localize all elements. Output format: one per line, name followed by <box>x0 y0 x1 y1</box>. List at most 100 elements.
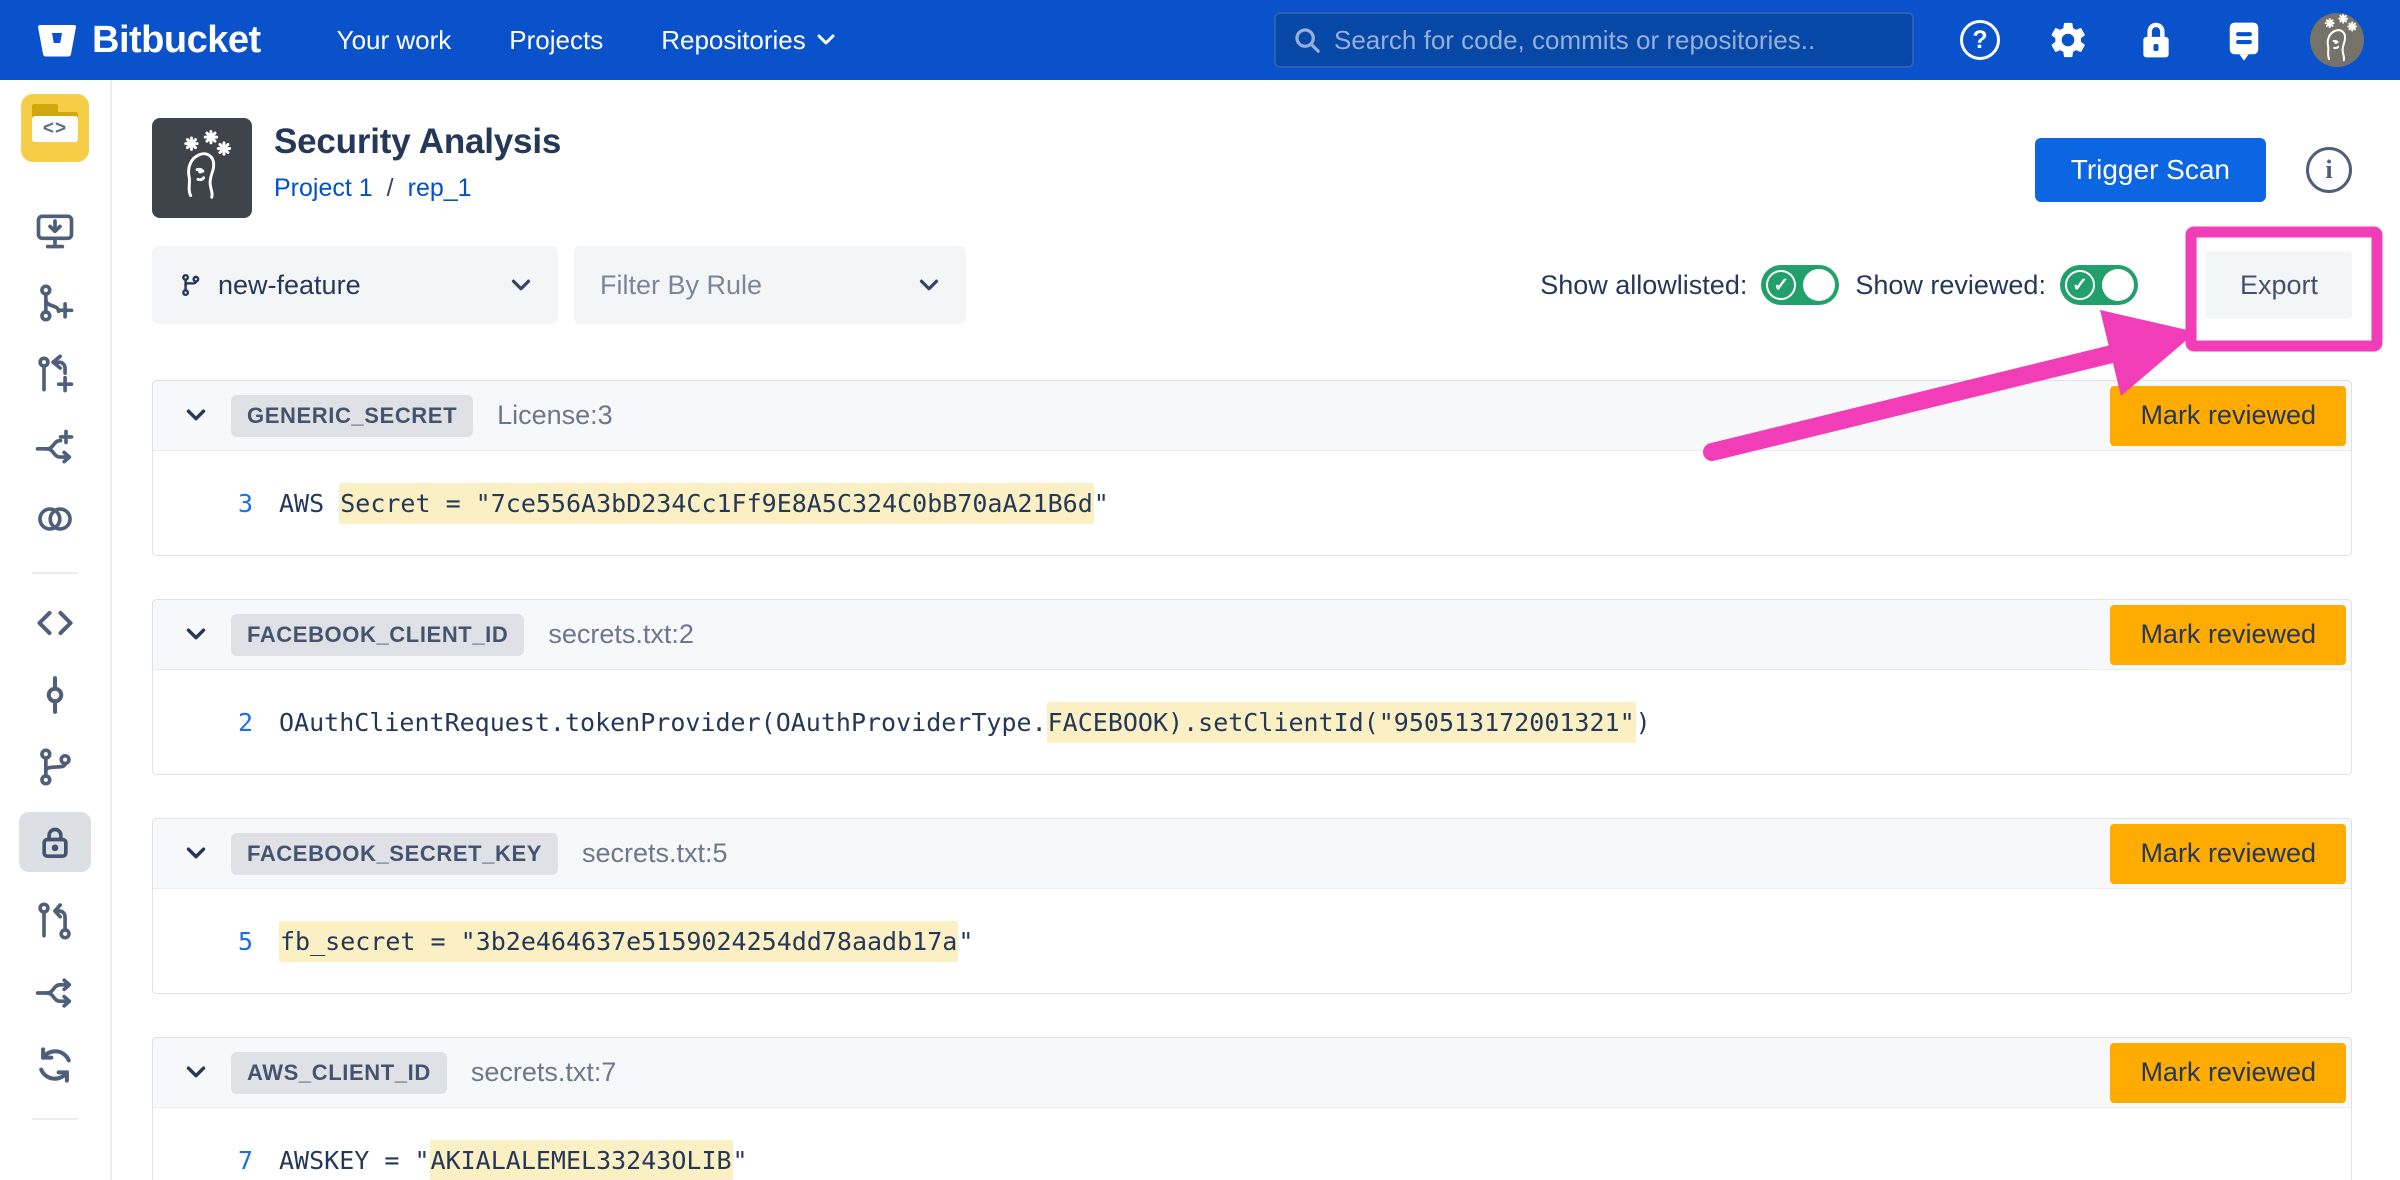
sidebar-branches-button[interactable] <box>19 744 91 790</box>
search-input[interactable] <box>1334 25 1896 56</box>
commit-icon <box>33 673 77 717</box>
breadcrumb-project-link[interactable]: Project 1 <box>274 174 373 203</box>
main-content: Security Analysis Project 1 / rep_1 Trig… <box>112 80 2400 1180</box>
rule-badge: AWS_CLIENT_ID <box>231 1052 447 1094</box>
sidebar-add-pipeline-button[interactable] <box>19 424 91 470</box>
sidebar-compare-button[interactable] <box>19 496 91 542</box>
header-actions: Trigger Scan i <box>2035 138 2352 202</box>
page-header: Security Analysis Project 1 / rep_1 Trig… <box>152 118 2352 218</box>
rule-badge: FACEBOOK_SECRET_KEY <box>231 833 558 875</box>
brand-name: Bitbucket <box>92 19 261 62</box>
line-number[interactable]: 2 <box>209 708 253 737</box>
mark-reviewed-button[interactable]: Mark reviewed <box>2110 605 2346 665</box>
overlapping-circles-icon <box>33 497 77 541</box>
avatar-face-art <box>2310 13 2364 67</box>
pipeline-plus-icon <box>33 425 77 469</box>
feedback-icon <box>2225 19 2263 61</box>
findings-list: GENERIC_SECRET License:3 Mark reviewed 3… <box>152 380 2352 1180</box>
sidebar-divider <box>32 572 78 574</box>
secret-highlight: FACEBOOK).setClientId("950513172001321" <box>1047 702 1636 743</box>
primary-nav-links: Your work Projects Repositories <box>337 25 836 56</box>
breadcrumb-repo-link[interactable]: rep_1 <box>408 174 472 203</box>
toggle-knob <box>1803 269 1835 301</box>
settings-button[interactable] <box>2046 18 2090 62</box>
global-search[interactable] <box>1274 12 1914 68</box>
rule-badge: FACEBOOK_CLIENT_ID <box>231 614 524 656</box>
finding-card-facebook-client-id: FACEBOOK_CLIENT_ID secrets.txt:2 Mark re… <box>152 599 2352 775</box>
sidebar-pull-requests-button[interactable] <box>19 898 91 944</box>
finding-header: FACEBOOK_SECRET_KEY secrets.txt:5 Mark r… <box>153 819 2351 889</box>
check-icon: ✓ <box>2065 270 2095 300</box>
show-allowlisted-toggle[interactable]: ✓ <box>1761 265 1839 305</box>
branch-selector[interactable]: new-feature <box>152 246 558 324</box>
trigger-scan-button[interactable]: Trigger Scan <box>2035 138 2266 202</box>
security-lock-nav-button[interactable] <box>2134 18 2178 62</box>
check-icon: ✓ <box>1766 270 1796 300</box>
sidebar-sync-button[interactable] <box>19 1042 91 1088</box>
mark-reviewed-button[interactable]: Mark reviewed <box>2110 386 2346 446</box>
page-body: <> <box>0 80 2400 1180</box>
search-icon <box>1292 25 1322 55</box>
page-title: Security Analysis <box>274 122 561 162</box>
sync-icon <box>33 1043 77 1087</box>
nav-icon-group: ? <box>1958 13 2364 67</box>
title-block: Security Analysis Project 1 / rep_1 <box>274 118 561 203</box>
nav-projects[interactable]: Projects <box>509 25 603 56</box>
create-branch-icon <box>33 281 77 325</box>
sidebar-security-button[interactable] <box>19 812 91 872</box>
sidebar-source-button[interactable] <box>19 600 91 646</box>
breadcrumb: Project 1 / rep_1 <box>274 174 561 203</box>
source-code-icon <box>33 601 77 645</box>
finding-card-facebook-secret-key: FACEBOOK_SECRET_KEY secrets.txt:5 Mark r… <box>152 818 2352 994</box>
line-number[interactable]: 5 <box>209 927 253 956</box>
toggle-group: Show allowlisted: ✓ Show reviewed: ✓ Exp… <box>1540 251 2352 319</box>
export-button[interactable]: Export <box>2206 251 2352 319</box>
collapse-chevron[interactable] <box>183 622 209 648</box>
gear-icon <box>2047 19 2089 61</box>
sidebar-create-branch-button[interactable] <box>19 280 91 326</box>
show-reviewed-toggle[interactable]: ✓ <box>2060 265 2138 305</box>
sidebar-forks-button[interactable] <box>19 970 91 1016</box>
question-mark-icon: ? <box>1960 20 2000 60</box>
rule-badge: GENERIC_SECRET <box>231 395 473 437</box>
code-glyph: <> <box>32 116 78 142</box>
info-icon[interactable]: i <box>2306 147 2352 193</box>
sidebar-commits-button[interactable] <box>19 672 91 718</box>
collapse-chevron[interactable] <box>183 841 209 867</box>
mark-reviewed-button[interactable]: Mark reviewed <box>2110 824 2346 884</box>
bitbucket-logo[interactable]: Bitbucket <box>36 19 261 62</box>
sidebar-clone-button[interactable] <box>19 208 91 254</box>
code-line: 3AWS Secret = "7ce556A3bD234Cc1Ff9E8A5C3… <box>153 451 2351 555</box>
code-line: 7AWSKEY = "AKIALALEMEL33243OLIB" <box>153 1108 2351 1180</box>
secret-highlight: fb_secret = "3b2e464637e5159024254dd78aa… <box>279 921 958 962</box>
pull-request-icon <box>33 899 77 943</box>
nav-repositories[interactable]: Repositories <box>661 25 836 56</box>
sidebar-create-pr-button[interactable] <box>19 352 91 398</box>
line-number[interactable]: 3 <box>209 489 253 518</box>
finding-location: secrets.txt:5 <box>582 838 728 869</box>
nav-your-work[interactable]: Your work <box>337 25 452 56</box>
avatar-face-art <box>163 129 241 207</box>
finding-header: AWS_CLIENT_ID secrets.txt:7 Mark reviewe… <box>153 1038 2351 1108</box>
lock-icon <box>2137 19 2175 61</box>
finding-card-aws-client-id: AWS_CLIENT_ID secrets.txt:7 Mark reviewe… <box>152 1037 2352 1180</box>
mark-reviewed-button[interactable]: Mark reviewed <box>2110 1043 2346 1103</box>
rule-filter-selector[interactable]: Filter By Rule <box>574 246 966 324</box>
fork-icon <box>33 971 77 1015</box>
create-pull-request-icon <box>33 353 77 397</box>
secret-highlight: AKIALALEMEL33243OLIB <box>430 1140 733 1180</box>
user-avatar[interactable] <box>2310 13 2364 67</box>
chevron-down-icon <box>918 278 940 293</box>
breadcrumb-separator: / <box>387 174 394 203</box>
feedback-button[interactable] <box>2222 18 2266 62</box>
repository-avatar[interactable]: <> <box>21 94 89 162</box>
collapse-chevron[interactable] <box>183 1060 209 1086</box>
filter-row: new-feature Filter By Rule Show allowlis… <box>152 246 2352 324</box>
collapse-chevron[interactable] <box>183 403 209 429</box>
bitbucket-security-analysis-page: Bitbucket Your work Projects Repositorie… <box>0 0 2400 1180</box>
help-button[interactable]: ? <box>1958 18 2002 62</box>
code-line: 5 fb_secret = "3b2e464637e5159024254dd78a… <box>153 889 2351 993</box>
line-number[interactable]: 7 <box>209 1146 253 1175</box>
branch-icon <box>178 271 204 299</box>
show-reviewed-label: Show reviewed: <box>1855 270 2046 301</box>
